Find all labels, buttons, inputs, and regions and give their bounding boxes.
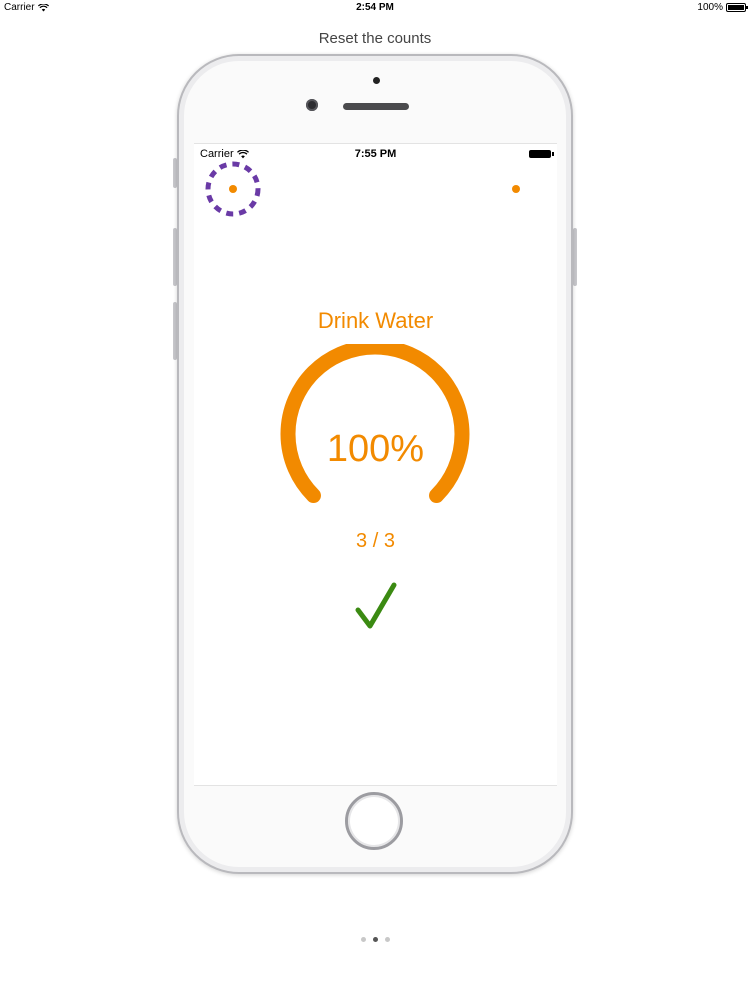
habit-title: Drink Water <box>317 308 434 333</box>
page-indicator[interactable] <box>0 937 750 942</box>
battery-percent: 100% <box>697 2 723 13</box>
screenshot-caption: Reset the counts <box>318 30 432 47</box>
ipad-battery: 100% <box>697 2 748 13</box>
progress-count: 3 / 3 <box>356 530 395 552</box>
ipad-clock: 2:54 PM <box>356 2 394 13</box>
power-button <box>573 228 577 286</box>
home-button[interactable] <box>345 792 403 850</box>
earpiece-speaker <box>343 103 409 110</box>
center-dot-icon <box>229 185 237 193</box>
checkmark-icon <box>355 582 397 629</box>
page-dot[interactable] <box>384 937 390 942</box>
menu-indicator-button[interactable] <box>203 159 263 219</box>
progress-percent: 100% <box>326 428 425 470</box>
battery-icon <box>726 3 748 12</box>
progress-arc <box>280 344 470 504</box>
page-dot[interactable] <box>360 937 366 942</box>
right-indicator-dot[interactable] <box>512 185 520 193</box>
front-camera <box>306 99 318 111</box>
page-dot[interactable] <box>372 937 378 942</box>
phone-screen: Carrier 7:55 PM Drink Water 100% 3 / 3 <box>194 143 557 786</box>
ipad-status-bar: Carrier 2:54 PM 100% <box>0 0 750 16</box>
phone-battery-icon <box>529 150 554 158</box>
proximity-sensor <box>373 77 380 84</box>
